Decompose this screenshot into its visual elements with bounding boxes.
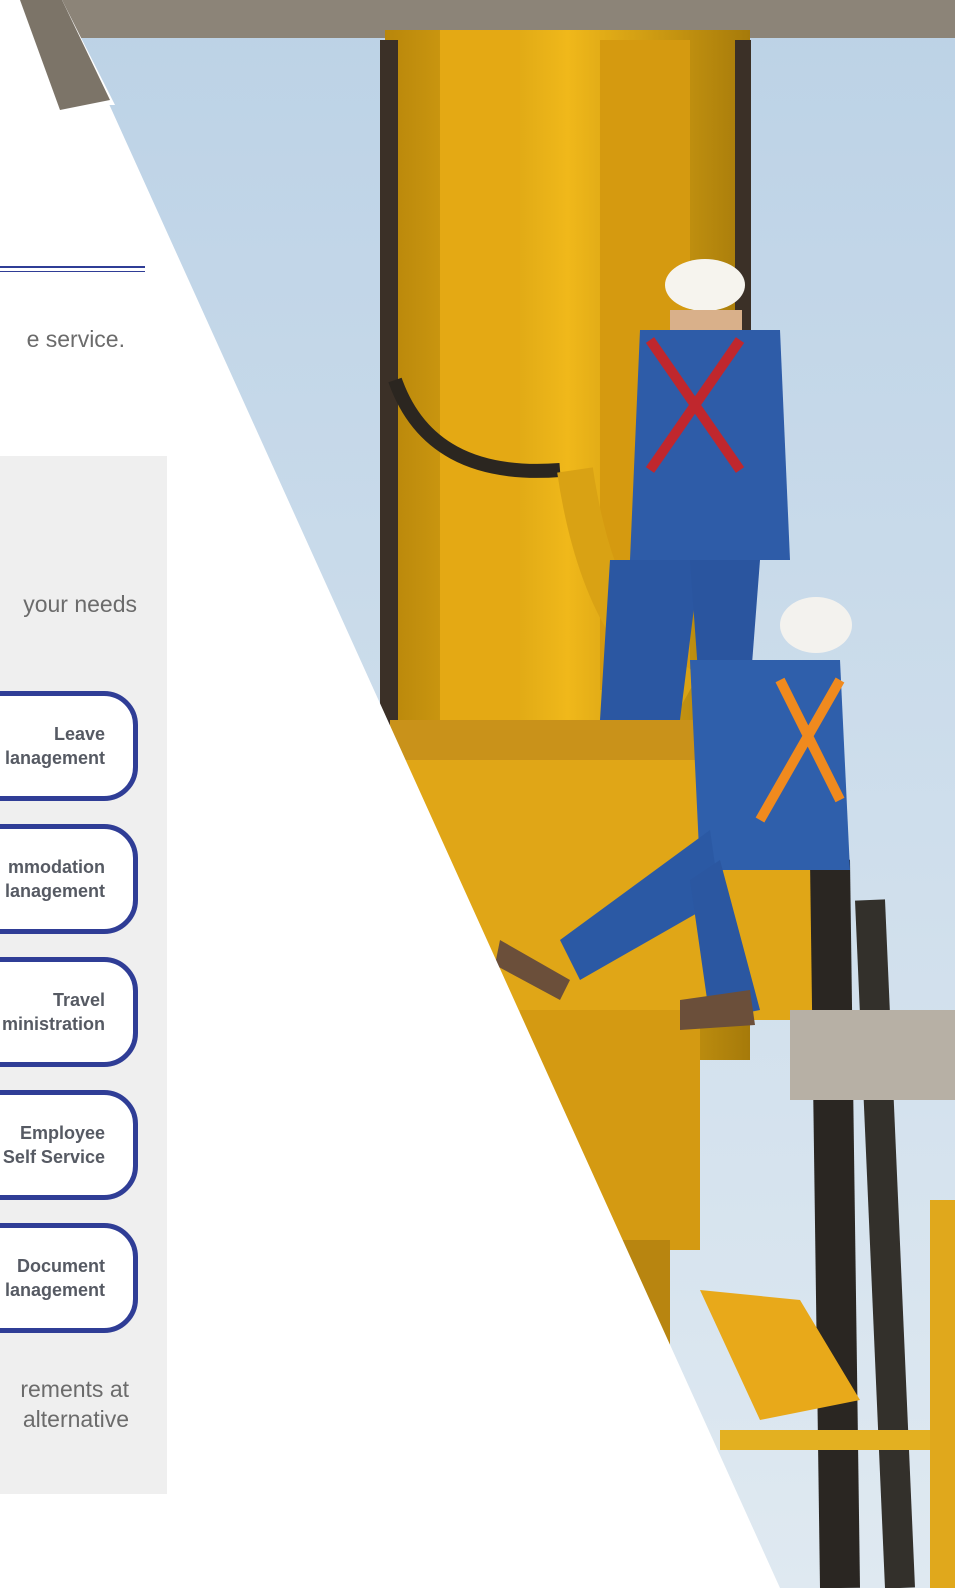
module-document-management[interactable]: Document lanagement	[0, 1223, 138, 1333]
modules-intro-text: your needs	[23, 591, 137, 617]
module-label: mmodation lanagement	[5, 855, 105, 903]
tagline-text: e service.	[26, 326, 125, 352]
module-label-line2: ministration	[1, 1014, 105, 1034]
module-label: Employee Self Service	[3, 1121, 105, 1169]
module-accommodation-management[interactable]: mmodation lanagement	[0, 824, 138, 934]
module-label-line2: Self Service	[2, 1147, 105, 1167]
module-label: Leave lanagement	[5, 722, 105, 770]
module-label: Document lanagement	[5, 1254, 105, 1302]
module-label-line1: Leave	[53, 724, 105, 744]
photo-corner	[20, 0, 110, 110]
module-label-line1: Document	[16, 1256, 105, 1276]
module-label-line2: lanagement	[4, 881, 105, 901]
module-travel-administration[interactable]: Travel ministration	[0, 957, 138, 1067]
section-divider	[0, 266, 145, 272]
module-label-line1: Travel	[52, 990, 105, 1010]
module-label-line1: Employee	[19, 1123, 105, 1143]
module-label-line2: lanagement	[4, 1280, 105, 1300]
module-label: Travel ministration	[2, 988, 105, 1036]
intro-tagline: e service.	[0, 326, 125, 353]
module-leave-management[interactable]: Leave lanagement	[0, 691, 138, 801]
modules-footer-text: rements at alternative	[0, 1374, 129, 1434]
module-label-line1: mmodation	[8, 857, 105, 877]
footer-line2: alternative	[22, 1406, 129, 1432]
footer-line1: rements at	[20, 1376, 129, 1402]
module-employee-self-service[interactable]: Employee Self Service	[0, 1090, 138, 1200]
module-label-line2: lanagement	[4, 748, 105, 768]
